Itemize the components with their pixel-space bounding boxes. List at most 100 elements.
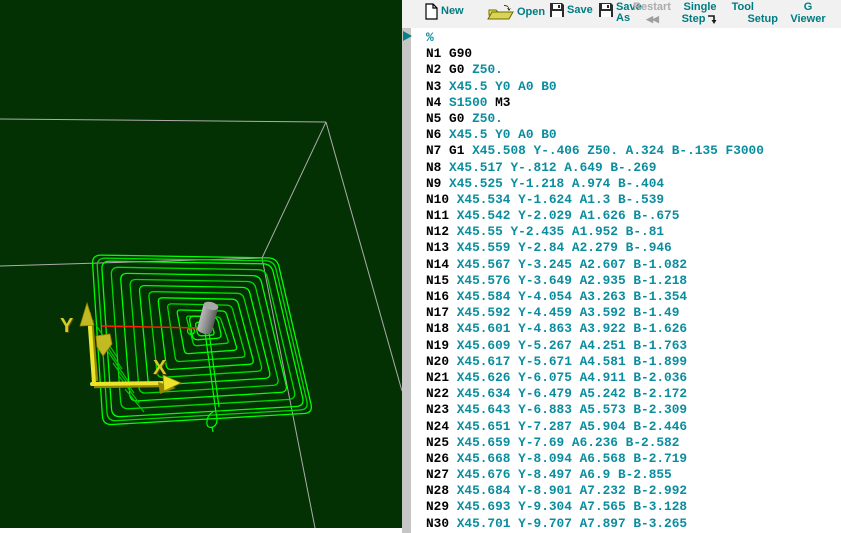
gcode-line[interactable]: N7 G1 X45.508 Y-.406 Z50. A.324 B-.135 F… — [411, 143, 841, 159]
x-axis-shaft-shadow — [94, 386, 162, 387]
gcode-token: X45.5 Y0 A0 B0 — [449, 79, 557, 94]
gcode-line[interactable]: N11 X45.542 Y-2.029 A1.626 B-.675 — [411, 208, 841, 224]
new-document-icon — [425, 3, 439, 20]
gcode-line[interactable]: N24 X45.651 Y-7.287 A5.904 B-2.446 — [411, 419, 841, 435]
gcode-line[interactable]: N26 X45.668 Y-8.094 A6.568 B-2.719 — [411, 451, 841, 467]
gcode-token: N24 — [426, 419, 457, 434]
gcode-line[interactable]: N9 X45.525 Y-1.218 A.974 B-.404 — [411, 176, 841, 192]
gcode-token: X45.567 Y-3.245 A2.607 B-1.082 — [457, 257, 687, 272]
gcode-line[interactable]: N23 X45.643 Y-6.883 A5.573 B-2.309 — [411, 402, 841, 418]
gcode-token: X45.651 Y-7.287 A5.904 B-2.446 — [457, 419, 687, 434]
gcode-token: N15 — [426, 273, 457, 288]
gcode-line[interactable]: N17 X45.592 Y-4.459 A3.592 B-1.49 — [411, 305, 841, 321]
gcode-token: N20 — [426, 354, 457, 369]
gcode-line[interactable]: N12 X45.55 Y-2.435 A1.952 B-.81 — [411, 224, 841, 240]
tool-setup-button[interactable]: Tool Setup — [728, 0, 778, 28]
gcode-line[interactable]: N2 G0 Z50. — [411, 62, 841, 78]
gcode-token: X45.584 Y-4.054 A3.263 B-1.354 — [457, 289, 687, 304]
gcode-token: X45.592 Y-4.459 A3.592 B-1.49 — [457, 305, 680, 320]
gcode-line[interactable]: N14 X45.567 Y-3.245 A2.607 B-1.082 — [411, 257, 841, 273]
gcode-token: N17 — [426, 305, 457, 320]
gcode-line[interactable]: N16 X45.584 Y-4.054 A3.263 B-1.354 — [411, 289, 841, 305]
g-viewer-label-2: Viewer — [790, 14, 825, 25]
open-button[interactable]: Open — [487, 0, 545, 28]
gcode-line[interactable]: N21 X45.626 Y-6.075 A4.911 B-2.036 — [411, 370, 841, 386]
gcode-token: N14 — [426, 257, 457, 272]
gcode-line[interactable]: N18 X45.601 Y-4.863 A3.922 B-1.626 — [411, 321, 841, 337]
single-step-button[interactable]: Single Step — [677, 0, 723, 28]
gcode-token: Z50. — [472, 62, 503, 77]
gcode-token: N4 — [426, 95, 449, 110]
gcode-token: N6 — [426, 127, 449, 142]
restart-button[interactable]: Restart ◀◀ — [631, 0, 673, 28]
g-viewer-button[interactable]: G Viewer — [789, 0, 827, 28]
gcode-line[interactable]: % — [411, 30, 841, 46]
gcode-token: N16 — [426, 289, 457, 304]
gcode-token: N11 — [426, 208, 457, 223]
gcode-line[interactable]: N28 X45.684 Y-8.901 A7.232 B-2.992 — [411, 483, 841, 499]
gcode-line[interactable]: N8 X45.517 Y-.812 A.649 B-.269 — [411, 160, 841, 176]
gcode-token: X45.701 Y-9.707 A7.897 B-3.265 — [457, 516, 687, 531]
gcode-token: N7 — [426, 143, 449, 158]
gcode-token: S1500 — [449, 95, 495, 110]
save-floppy-icon — [549, 2, 565, 18]
gcode-token: X45.609 Y-5.267 A4.251 B-1.763 — [457, 338, 687, 353]
x-axis-label: X — [153, 357, 167, 379]
gcode-line[interactable]: N20 X45.617 Y-5.671 A4.581 B-1.899 — [411, 354, 841, 370]
gcode-line[interactable]: N27 X45.676 Y-8.497 A6.9 B-2.855 — [411, 467, 841, 483]
gcode-token: X45.542 Y-2.029 A1.626 B-.675 — [457, 208, 680, 223]
gcode-token: X45.626 Y-6.075 A4.911 B-2.036 — [457, 370, 687, 385]
gcode-line[interactable]: N6 X45.5 Y0 A0 B0 — [411, 127, 841, 143]
gcode-token: X45.559 Y-2.84 A2.279 B-.946 — [457, 240, 672, 255]
gcode-line[interactable]: N5 G0 Z50. — [411, 111, 841, 127]
gcode-token: N18 — [426, 321, 457, 336]
toolpath-canvas[interactable]: YX — [0, 0, 402, 528]
gcode-token: N25 — [426, 435, 457, 450]
gcode-token: N23 — [426, 402, 457, 417]
gcode-line[interactable]: N15 X45.576 Y-3.649 A2.935 B-1.218 — [411, 273, 841, 289]
gcode-token: N8 — [426, 160, 449, 175]
gcode-token: N30 — [426, 516, 457, 531]
gcode-line[interactable]: N30 X45.701 Y-9.707 A7.897 B-3.265 — [411, 516, 841, 532]
gcode-line[interactable]: N1 G90 — [411, 46, 841, 62]
gcode-line[interactable]: N25 X45.659 Y-7.69 A6.236 B-2.582 — [411, 435, 841, 451]
toolbar: New Open — [402, 0, 841, 29]
gcode-line[interactable]: N4 S1500 M3 — [411, 95, 841, 111]
code-gutter — [402, 28, 411, 533]
gcode-token: N3 — [426, 79, 449, 94]
gcode-viewer-app: YX New — [0, 0, 841, 533]
gcode-token: X45.5 Y0 A0 B0 — [449, 127, 557, 142]
gcode-token: Z50. — [472, 111, 503, 126]
gcode-token: X45.634 Y-6.479 A5.242 B-2.172 — [457, 386, 687, 401]
viewport-3d[interactable]: YX — [0, 0, 402, 528]
single-step-icon — [707, 14, 718, 26]
save-button[interactable]: Save — [549, 0, 593, 28]
new-label: New — [441, 6, 464, 17]
gcode-token: G1 — [449, 143, 472, 158]
gcode-token: X45.534 Y-1.624 A1.3 B-.539 — [457, 192, 664, 207]
gcode-listing[interactable]: %N1 G90N2 G0 Z50.N3 X45.5 Y0 A0 B0N4 S15… — [411, 28, 841, 533]
gcode-token: N19 — [426, 338, 457, 353]
gcode-token: X45.643 Y-6.883 A5.573 B-2.309 — [457, 402, 687, 417]
gcode-line[interactable]: N29 X45.693 Y-9.304 A7.565 B-3.128 — [411, 499, 841, 515]
gcode-token: N28 — [426, 483, 457, 498]
gcode-token: X45.517 Y-.812 A.649 B-.269 — [449, 160, 656, 175]
gcode-token: X45.508 Y-.406 Z50. A.324 B-.135 F3000 — [472, 143, 764, 158]
gcode-token: X45.525 Y-1.218 A.974 B-.404 — [449, 176, 664, 191]
single-step-label-2: Step — [682, 14, 706, 25]
gcode-line[interactable]: N19 X45.609 Y-5.267 A4.251 B-1.763 — [411, 338, 841, 354]
gcode-token: N5 — [426, 111, 449, 126]
save-as-floppy-icon — [598, 2, 614, 18]
open-folder-icon — [487, 4, 515, 21]
gcode-token: N1 — [426, 46, 449, 61]
gcode-panel: New Open — [402, 0, 841, 533]
current-line-marker — [403, 31, 412, 41]
gcode-line[interactable]: N3 X45.5 Y0 A0 B0 — [411, 79, 841, 95]
new-button[interactable]: New — [425, 0, 464, 28]
gcode-line[interactable]: N22 X45.634 Y-6.479 A5.242 B-2.172 — [411, 386, 841, 402]
gcode-line[interactable]: N10 X45.534 Y-1.624 A1.3 B-.539 — [411, 192, 841, 208]
gcode-token: X45.576 Y-3.649 A2.935 B-1.218 — [457, 273, 687, 288]
gcode-line[interactable]: N13 X45.559 Y-2.84 A2.279 B-.946 — [411, 240, 841, 256]
gcode-token: N29 — [426, 499, 457, 514]
gcode-token: G0 — [449, 62, 472, 77]
